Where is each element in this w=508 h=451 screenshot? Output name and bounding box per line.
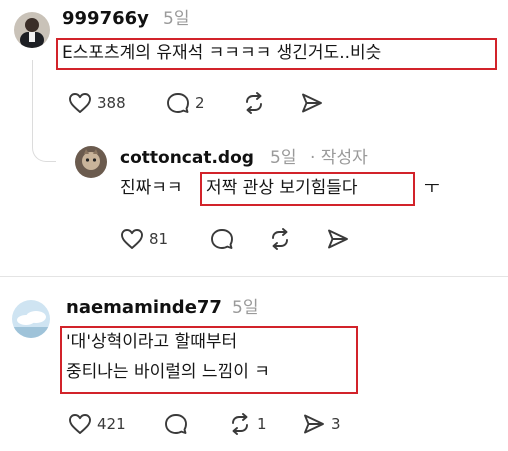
heart-icon (121, 229, 143, 249)
like-button[interactable]: 388 (68, 92, 126, 114)
repost-icon (246, 92, 262, 114)
reply-button[interactable]: 2 (166, 92, 205, 114)
reply-time: 5일 (270, 148, 297, 168)
comment-icon (165, 414, 187, 434)
comment-divider (0, 276, 508, 277)
thread-line (32, 60, 56, 162)
heart-icon (69, 93, 91, 113)
comment-text-line2: 중티나는 바이럴의 느낌이 ㅋ (66, 362, 270, 382)
avatar-999766y[interactable] (14, 12, 50, 48)
comment-username[interactable]: 999766y (62, 8, 149, 30)
reply-username[interactable]: cottoncat.dog (120, 147, 254, 169)
share-icon (302, 93, 322, 113)
reply-button[interactable] (164, 413, 193, 435)
like-count: 81 (149, 230, 169, 248)
author-badge: · 작성자 (310, 148, 368, 168)
repost-count: 1 (257, 415, 267, 433)
repost-button[interactable] (268, 228, 297, 250)
reply-button[interactable] (210, 228, 239, 250)
comment-time: 5일 (163, 9, 190, 29)
reply-text-prefix: 진짜ㅋㅋ (120, 178, 183, 198)
reply-count: 2 (195, 94, 205, 112)
comment-time: 5일 (232, 298, 259, 318)
comment-icon (167, 93, 189, 113)
share-icon (304, 414, 324, 434)
repost-button[interactable] (242, 92, 271, 114)
like-count: 388 (97, 94, 126, 112)
repost-icon (272, 228, 288, 250)
heart-icon (69, 414, 91, 434)
reply-text-suffix: ㅜ (424, 178, 440, 198)
share-icon (328, 229, 348, 249)
comment-icon (211, 229, 233, 249)
like-button[interactable]: 421 (68, 413, 126, 435)
avatar-cottoncat[interactable] (75, 146, 107, 178)
like-count: 421 (97, 415, 126, 433)
repost-icon (232, 413, 248, 435)
share-button[interactable]: 3 (302, 413, 341, 435)
share-button[interactable] (300, 92, 329, 114)
avatar-naemaminde77[interactable] (12, 300, 50, 338)
comment-username[interactable]: naemaminde77 (66, 297, 222, 319)
comment-text-line1: '대'상혁이라고 할때부터 (66, 332, 238, 352)
repost-button[interactable]: 1 (228, 413, 267, 435)
like-button[interactable]: 81 (120, 228, 168, 250)
share-button[interactable] (326, 228, 355, 250)
share-count: 3 (331, 415, 341, 433)
reply-text-boxed: 저짝 관상 보기힘들다 (206, 178, 358, 198)
comment-text: E스포츠계의 유재석 ㅋㅋㅋㅋ 생긴거도..비슷 (62, 43, 382, 63)
